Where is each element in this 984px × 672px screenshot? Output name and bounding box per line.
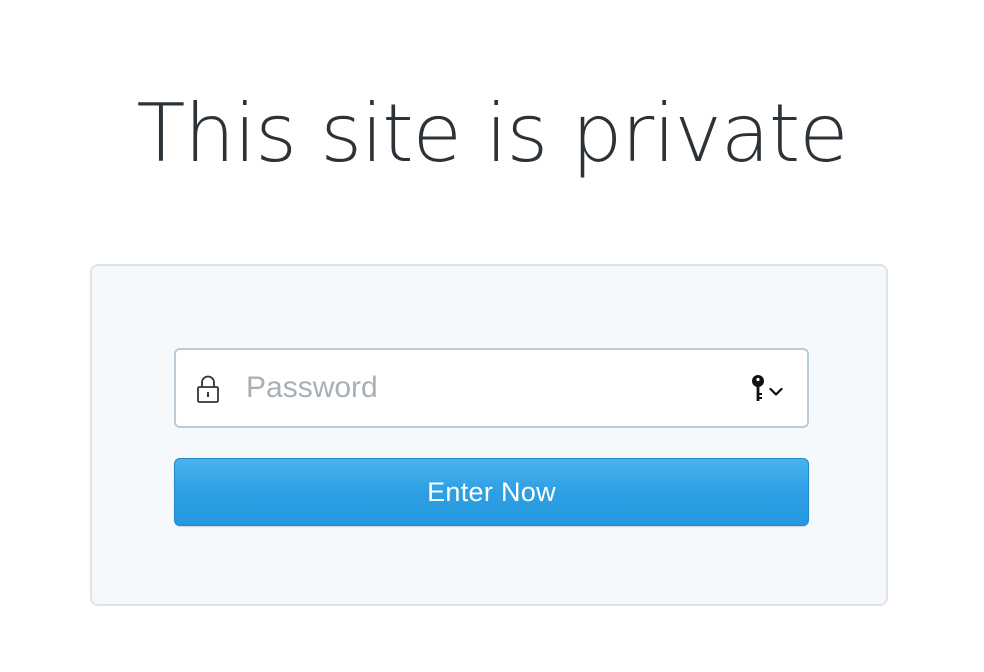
page-title: This site is private xyxy=(136,87,848,180)
password-field[interactable] xyxy=(174,348,809,428)
chevron-down-icon xyxy=(769,384,783,396)
page: This site is private Enter Now xyxy=(0,0,984,672)
lock-icon xyxy=(196,374,220,404)
key-icon xyxy=(751,375,765,403)
password-input[interactable] xyxy=(246,360,716,416)
login-card: Enter Now xyxy=(90,264,888,606)
password-autofill-button[interactable] xyxy=(747,374,787,404)
enter-now-button[interactable]: Enter Now xyxy=(174,458,809,526)
